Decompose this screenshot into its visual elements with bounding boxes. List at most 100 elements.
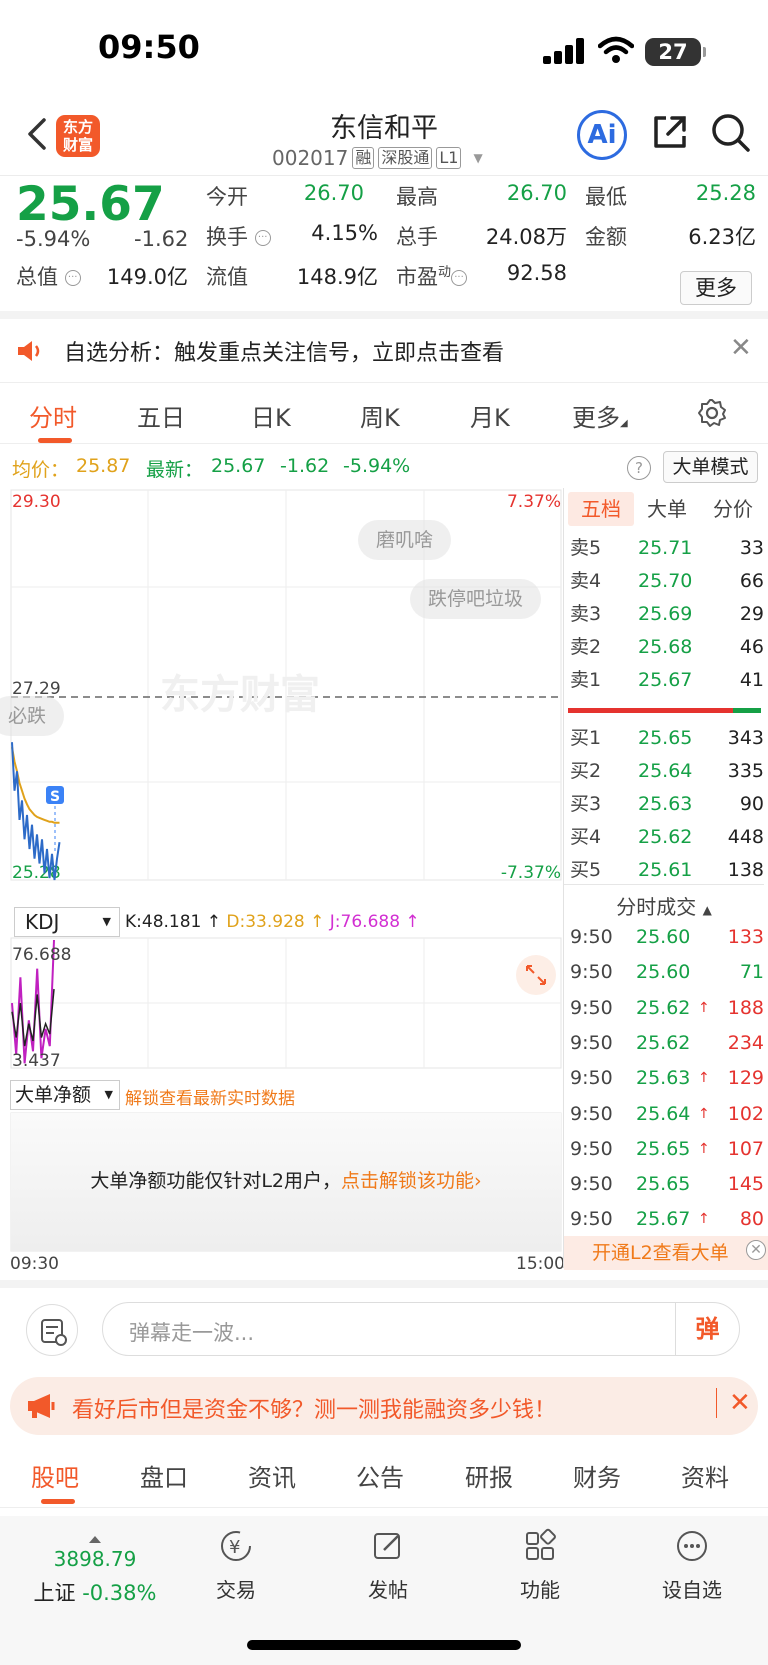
tab-news[interactable]: 资讯 [248, 1458, 296, 1493]
danmaku-placeholder: 弹幕走一波... [129, 1321, 255, 1345]
info-icon: ··· [64, 270, 81, 286]
ask-volume: 46 [739, 636, 764, 658]
notice-bar[interactable]: 自选分析：触发重点关注信号，立即点击查看 ✕ [0, 319, 768, 383]
unlock-realtime-link[interactable]: 解锁查看最新实时数据 [125, 1084, 295, 1109]
current-price: 25.67 [16, 177, 165, 232]
kdj-tick-low: 3.437 [12, 1051, 61, 1071]
trade-time: 9:50 [570, 1031, 613, 1054]
big-order-mode-button[interactable]: 大单模式 [663, 451, 758, 483]
stat-float-value: 148.9亿 [296, 265, 378, 289]
danmaku-bar: 弹幕走一波... 弹 [0, 1280, 768, 1360]
close-icon[interactable]: ✕ [730, 333, 752, 363]
tab-pankou[interactable]: 盘口 [140, 1458, 188, 1493]
speaker-icon [18, 341, 40, 361]
nav-post[interactable]: 发帖 [338, 1526, 438, 1603]
caret-up-icon [89, 1536, 101, 1543]
average-price-row: 均价： 25.87 最新： 25.67 -1.62 -5.94% ? 大单模式 [0, 448, 768, 486]
tab-intraday[interactable]: 分时 [29, 398, 77, 433]
trade-time: 9:50 [570, 996, 613, 1019]
bid-row: 买2 25.64 335 [568, 755, 764, 788]
index-ticker[interactable]: 3898.79 上证 -0.38% [20, 1536, 170, 1607]
time-axis-start: 09:30 [10, 1254, 59, 1274]
danmaku-send-button[interactable]: 弹 [675, 1303, 739, 1355]
indicator-select[interactable]: KDJ ▼ [14, 907, 120, 937]
trade-icon: ¥ [221, 1531, 251, 1561]
share-icon[interactable] [650, 112, 690, 152]
ask-price: 25.70 [638, 570, 693, 592]
tab-more[interactable]: 更多◢ [572, 398, 628, 433]
tag-margin: 融 [352, 147, 375, 169]
tab-profile[interactable]: 资料 [681, 1458, 729, 1493]
chart-watermark: 东方财富 [160, 673, 320, 717]
latest-change: -1.62 [280, 455, 330, 477]
trade-price: 25.62 [636, 1031, 691, 1054]
index-change: -0.38% [82, 1581, 157, 1605]
stock-code-row[interactable]: 002017 融 深股通 L1 ▼ [272, 146, 483, 170]
bid-label: 买1 [570, 727, 602, 749]
danmaku-input[interactable]: 弹幕走一波... 弹 [102, 1302, 740, 1356]
stock-code: 002017 [272, 146, 349, 170]
trade-volume: 107 [727, 1137, 764, 1160]
trade-price: 25.60 [636, 926, 691, 948]
trades-title[interactable]: 分时成交 ▲ [564, 884, 764, 920]
bid-label: 买4 [570, 826, 602, 848]
trade-time: 9:50 [570, 1137, 613, 1160]
stat-high: 26.70 [506, 181, 567, 205]
l2-order-promo[interactable]: 开通L2查看大单 ✕ [564, 1236, 768, 1270]
trade-volume: 145 [727, 1173, 764, 1196]
ask-label: 卖4 [570, 570, 602, 592]
kdj-values: K:48.181 ↑ D:33.928 ↑ J:76.688 ↑ [125, 912, 420, 932]
chart-tabs: 分时 五日 日K 周K 月K 更多◢ [0, 384, 768, 444]
tag-level: L1 [436, 147, 462, 169]
tab-announcements[interactable]: 公告 [356, 1458, 404, 1493]
l2-unlock-link[interactable]: 点击解锁该功能› [341, 1170, 482, 1192]
home-indicator [247, 1640, 521, 1650]
tab-finance[interactable]: 财务 [573, 1458, 621, 1493]
help-icon[interactable]: ? [627, 456, 651, 480]
trade-arrow: ↑ [698, 1105, 710, 1122]
expand-icon[interactable] [516, 955, 556, 995]
bid-price: 25.63 [638, 793, 693, 815]
status-time: 09:50 [98, 28, 200, 66]
bid-row: 买5 25.61 138 [568, 854, 764, 887]
tab-research[interactable]: 研报 [465, 1458, 513, 1493]
stat-label-turnover: 换手 ··· [206, 221, 271, 251]
tab-guba[interactable]: 股吧 [31, 1458, 79, 1493]
stat-label-high: 最高 [396, 185, 438, 209]
danmaku-settings-icon[interactable] [26, 1304, 78, 1356]
tab-big-orders[interactable]: 大单 [634, 492, 700, 526]
more-stats-button[interactable]: 更多 [680, 271, 752, 305]
netflow-select[interactable]: 大单净额 ▼ [10, 1080, 120, 1110]
time-axis-end: 15:00 [516, 1254, 565, 1274]
trade-price: 25.60 [636, 961, 691, 984]
stat-label-volume: 总手 [396, 225, 438, 249]
latest-change-pct: -5.94% [343, 455, 411, 477]
tab-weekly-k[interactable]: 周K [360, 398, 400, 433]
avg-price-value: 25.87 [76, 455, 131, 477]
info-icon: ··· [451, 270, 468, 286]
nav-trade[interactable]: ¥ 交易 [186, 1526, 286, 1603]
l2-box-text: 大单净额功能仅针对L2用户， [90, 1170, 342, 1192]
nav-add-watchlist[interactable]: 设自选 [642, 1526, 742, 1603]
tab-five-day[interactable]: 五日 [137, 398, 185, 433]
tab-five-levels[interactable]: 五档 [568, 492, 634, 526]
tab-price-dist[interactable]: 分价 [700, 492, 766, 526]
ai-assistant-button[interactable]: Ai [577, 110, 627, 160]
bid-volume: 448 [727, 826, 764, 848]
margin-promo-banner[interactable]: 看好后市但是资金不够？测一测我能融资多少钱！ ✕ [10, 1377, 758, 1435]
close-icon[interactable]: ✕ [716, 1388, 751, 1418]
tab-monthly-k[interactable]: 月K [470, 398, 510, 433]
ask-price: 25.67 [638, 669, 693, 691]
bid-volume: 343 [727, 727, 764, 749]
close-icon[interactable]: ✕ [746, 1240, 766, 1260]
tab-daily-k[interactable]: 日K [251, 398, 291, 433]
bid-label: 买3 [570, 793, 602, 815]
stock-header: 东方 财富 东信和平 002017 融 深股通 L1 ▼ Ai [0, 100, 768, 176]
danmaku-bullet: 磨叽啥 [358, 520, 452, 560]
ask-volume: 33 [739, 537, 764, 559]
gear-icon[interactable] [697, 398, 727, 428]
nav-functions[interactable]: 功能 [490, 1526, 590, 1603]
trade-time: 9:50 [570, 1173, 613, 1196]
index-name: 上证 [33, 1581, 76, 1605]
search-icon[interactable] [710, 112, 752, 154]
